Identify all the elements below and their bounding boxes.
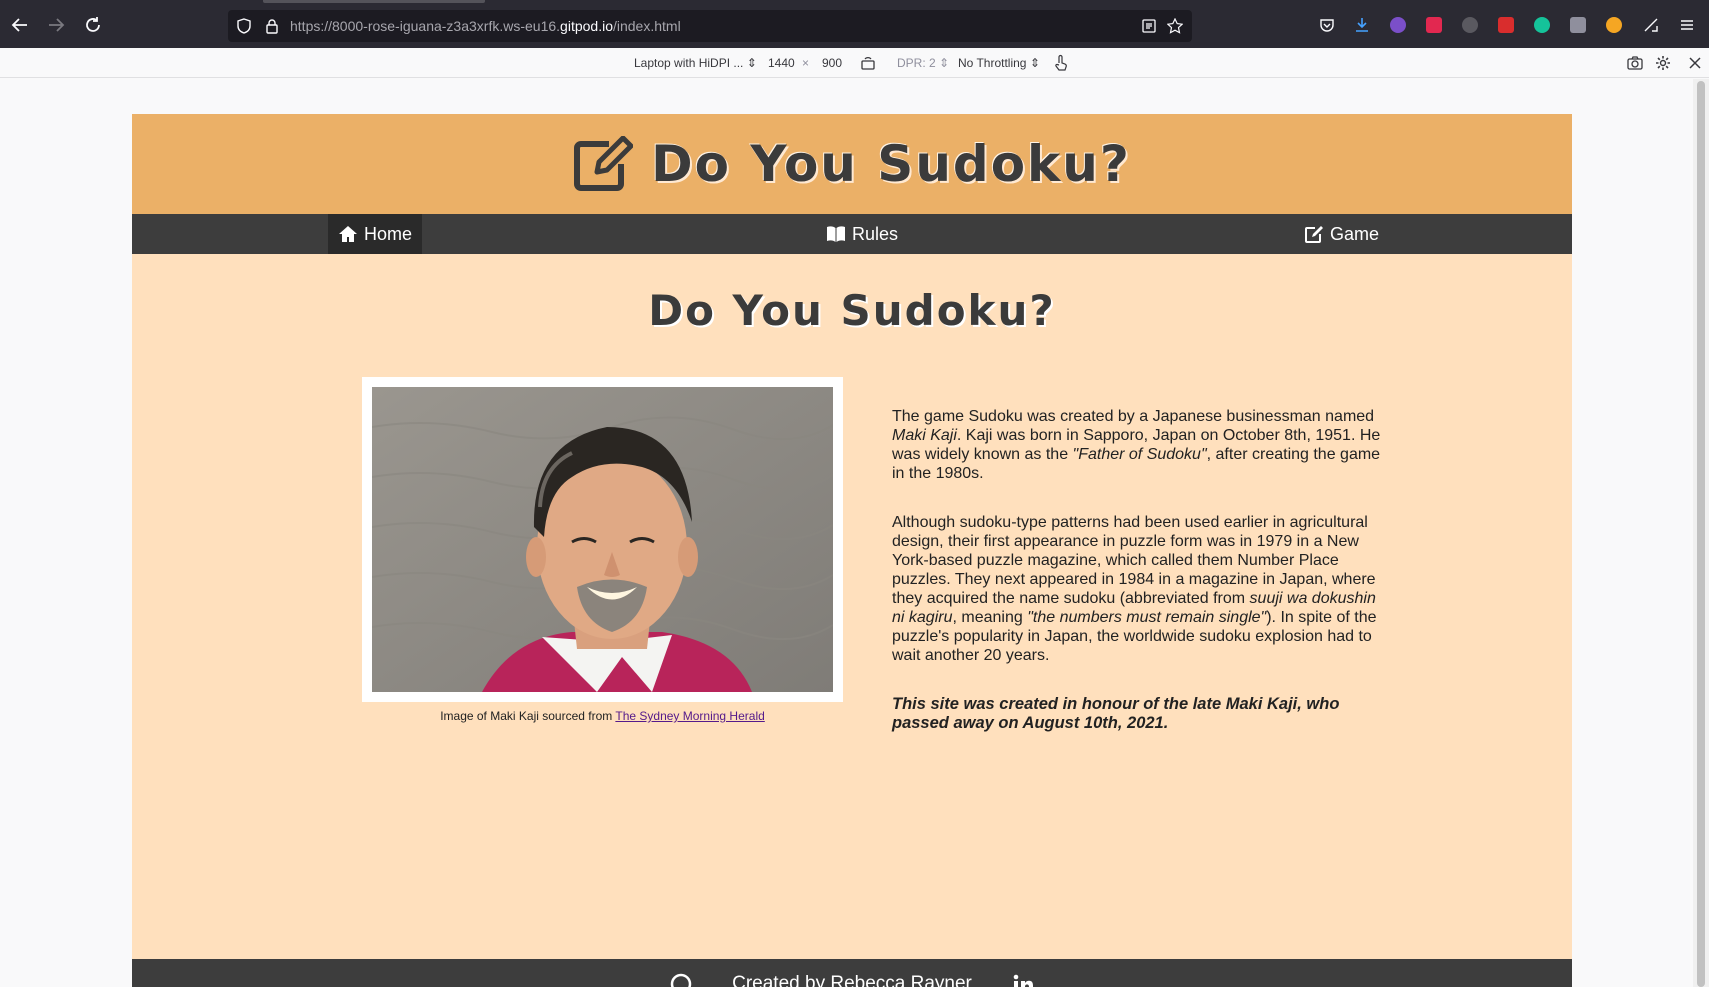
book-icon bbox=[827, 226, 845, 242]
url-domain: gitpod.io bbox=[560, 18, 613, 34]
settings-gear-icon[interactable] bbox=[1655, 55, 1671, 71]
dimension-separator: × bbox=[802, 56, 810, 70]
paragraph-history: The game Sudoku was created by a Japanes… bbox=[892, 407, 1382, 483]
viewport-height-input[interactable]: 900 bbox=[822, 56, 842, 70]
p1-part-a: The game Sudoku was created by a Japanes… bbox=[892, 408, 1375, 425]
caption-text: Image of Maki Kaji sourced from bbox=[440, 709, 616, 723]
extension-icon-6[interactable] bbox=[1606, 17, 1622, 33]
home-icon bbox=[339, 226, 357, 242]
url-suffix: /index.html bbox=[612, 18, 681, 34]
paragraph-origin: Although sudoku-type patterns had been u… bbox=[892, 513, 1382, 665]
extension-icon-3[interactable] bbox=[1462, 17, 1478, 33]
edit-icon bbox=[1305, 226, 1323, 243]
extension-icon-5[interactable] bbox=[1570, 17, 1586, 33]
bookmark-star-icon[interactable] bbox=[1167, 18, 1183, 34]
reload-button[interactable] bbox=[82, 14, 104, 36]
extension-icon-1[interactable] bbox=[1390, 17, 1406, 33]
responsive-design-icon[interactable] bbox=[1643, 17, 1659, 33]
url-prefix: https://8000-rose-iguana-z3a3xrfk.ws-eu1… bbox=[290, 18, 561, 34]
site-header: Do You Sudoku? bbox=[132, 114, 1572, 214]
photo-frame bbox=[362, 377, 843, 702]
linkedin-icon[interactable] bbox=[1012, 973, 1034, 987]
portrait-illustration bbox=[372, 387, 833, 692]
back-arrow-icon bbox=[11, 18, 27, 32]
forward-button[interactable] bbox=[45, 14, 67, 36]
footer-credit: Created by Rebecca Rayner bbox=[732, 973, 972, 987]
extension-icon-2[interactable] bbox=[1426, 17, 1442, 33]
touch-simulation-icon[interactable] bbox=[1053, 54, 1069, 72]
site-title[interactable]: Do You Sudoku? bbox=[573, 135, 1131, 193]
site-footer: Created by Rebecca Rayner bbox=[132, 959, 1572, 987]
reload-icon bbox=[86, 17, 100, 32]
browser-toolbar: https://8000-rose-iguana-z3a3xrfk.ws-eu1… bbox=[0, 0, 1709, 48]
close-icon[interactable] bbox=[1688, 56, 1702, 70]
nav-game[interactable]: Game bbox=[1294, 214, 1389, 254]
back-button[interactable] bbox=[9, 14, 31, 36]
forward-arrow-icon bbox=[49, 18, 65, 32]
nav-home[interactable]: Home bbox=[328, 214, 423, 254]
url-text[interactable]: https://8000-rose-iguana-z3a3xrfk.ws-eu1… bbox=[290, 18, 681, 34]
maki-kaji-photo bbox=[372, 387, 833, 692]
scrollbar-thumb[interactable] bbox=[1697, 81, 1705, 987]
nav-rules[interactable]: Rules bbox=[816, 214, 908, 254]
reader-view-icon[interactable] bbox=[1141, 18, 1157, 34]
main-nav: Home Rules Game bbox=[132, 214, 1572, 254]
rotate-icon[interactable] bbox=[860, 55, 876, 71]
nav-home-label: Home bbox=[364, 223, 413, 244]
page-viewport: Do You Sudoku? Home Rules Game Do You Su… bbox=[0, 79, 1709, 987]
page-title: Do You Sudoku? bbox=[648, 286, 1056, 335]
active-tab-indicator[interactable] bbox=[263, 0, 485, 3]
site-title-text: Do You Sudoku? bbox=[651, 135, 1131, 193]
device-selector[interactable]: Laptop with HiDPI ... ⇕ bbox=[634, 56, 757, 70]
edit-icon bbox=[574, 136, 634, 191]
photo-caption: Image of Maki Kaji sourced from The Sydn… bbox=[362, 709, 843, 723]
viewport-width-input[interactable]: 1440 bbox=[768, 56, 795, 70]
caption-source-link[interactable]: The Sydney Morning Herald bbox=[615, 709, 764, 723]
menu-icon[interactable] bbox=[1679, 17, 1695, 33]
github-icon[interactable] bbox=[670, 973, 692, 987]
website: Do You Sudoku? Home Rules Game Do You Su… bbox=[132, 114, 1572, 987]
vertical-scrollbar[interactable] bbox=[1693, 79, 1709, 987]
download-icon[interactable] bbox=[1354, 17, 1370, 33]
nav-rules-label: Rules bbox=[852, 223, 899, 244]
grammarly-icon[interactable] bbox=[1534, 17, 1550, 33]
screenshot-icon[interactable] bbox=[1627, 55, 1643, 71]
shield-icon[interactable] bbox=[236, 18, 252, 34]
honour-statement: This site was created in honour of the l… bbox=[892, 695, 1340, 732]
pocket-icon[interactable] bbox=[1319, 17, 1335, 33]
intro-text: The game Sudoku was created by a Japanes… bbox=[892, 407, 1382, 763]
address-bar[interactable]: https://8000-rose-iguana-z3a3xrfk.ws-eu1… bbox=[228, 10, 1192, 42]
throttling-selector[interactable]: No Throttling ⇕ bbox=[958, 56, 1040, 70]
p2-part-d: "the numbers must remain single" bbox=[1027, 609, 1267, 626]
responsive-design-toolbar: Laptop with HiDPI ... ⇕ 1440 × 900 DPR: … bbox=[0, 48, 1709, 78]
lock-icon[interactable] bbox=[264, 18, 280, 34]
nav-game-label: Game bbox=[1330, 223, 1380, 244]
dpr-selector[interactable]: DPR: 2 ⇕ bbox=[897, 56, 949, 70]
extension-icon-4[interactable] bbox=[1498, 17, 1514, 33]
p1-part-d: "Father of Sudoku" bbox=[1072, 446, 1207, 463]
p2-part-c: , meaning bbox=[952, 609, 1028, 626]
p1-part-b: Maki Kaji bbox=[892, 427, 957, 444]
